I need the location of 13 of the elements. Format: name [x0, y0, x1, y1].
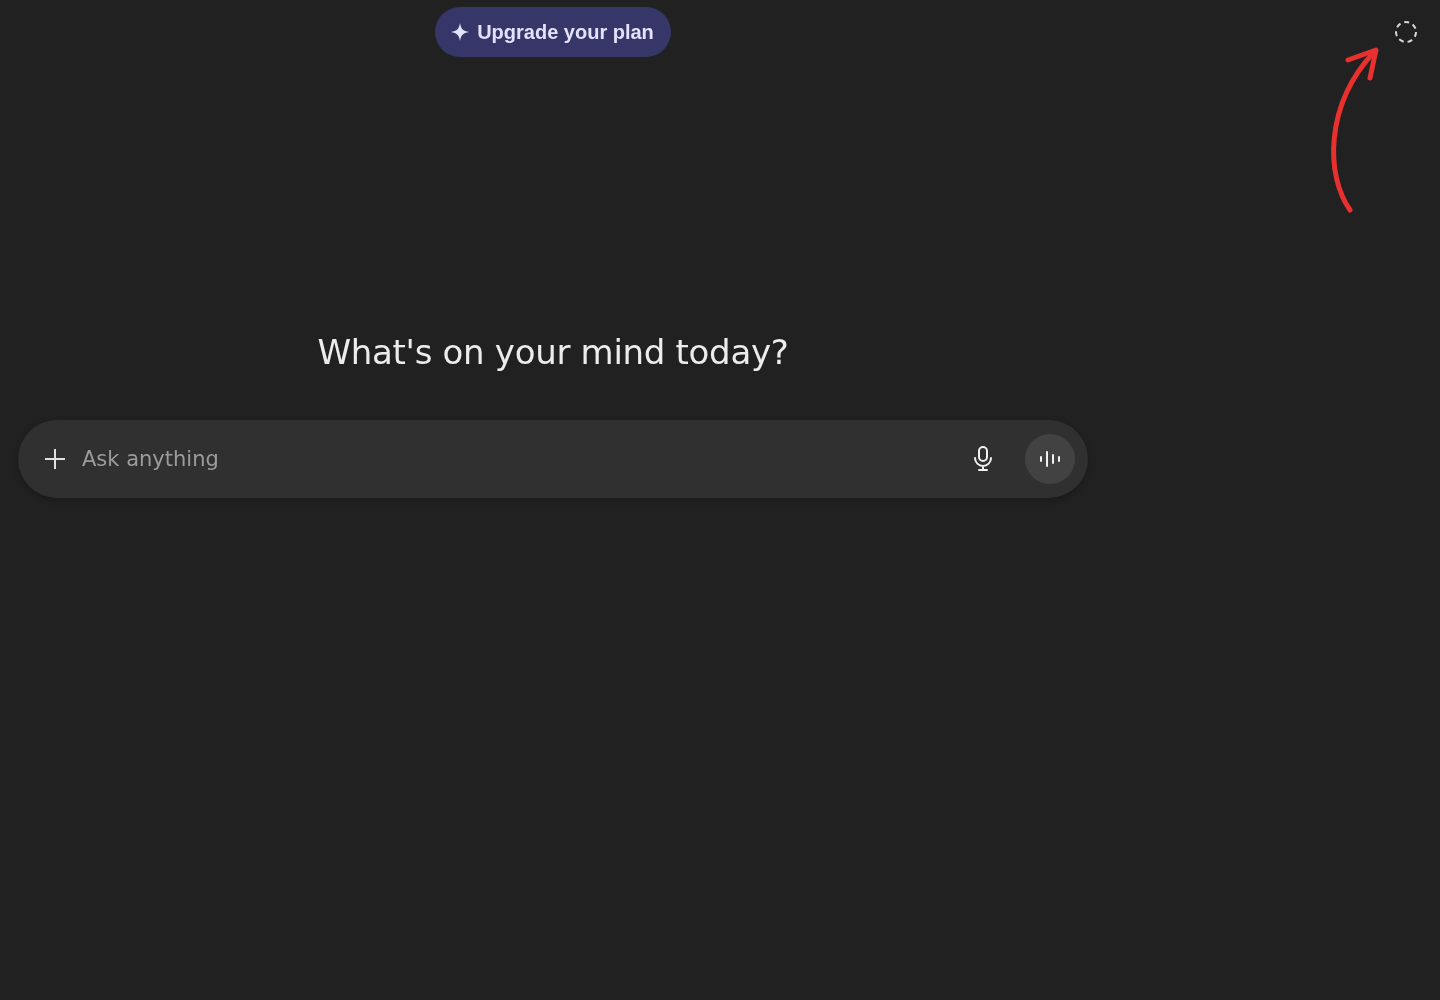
sparkle-icon	[451, 23, 470, 41]
waveform-icon	[1039, 450, 1061, 468]
microphone-icon	[973, 446, 993, 472]
upgrade-plan-button[interactable]: Upgrade your plan	[435, 7, 671, 57]
page-heading: What's on your mind today?	[317, 332, 789, 372]
voice-mode-button[interactable]	[1025, 434, 1075, 484]
add-button[interactable]	[44, 448, 66, 470]
dashed-circle-icon	[1394, 20, 1418, 44]
message-field[interactable]: Ask anything	[80, 446, 959, 472]
microphone-button[interactable]	[973, 446, 993, 472]
plus-icon	[44, 448, 66, 470]
dashed-circle-button[interactable]	[1394, 20, 1418, 44]
composer-bar[interactable]: Ask anything	[18, 420, 1088, 498]
